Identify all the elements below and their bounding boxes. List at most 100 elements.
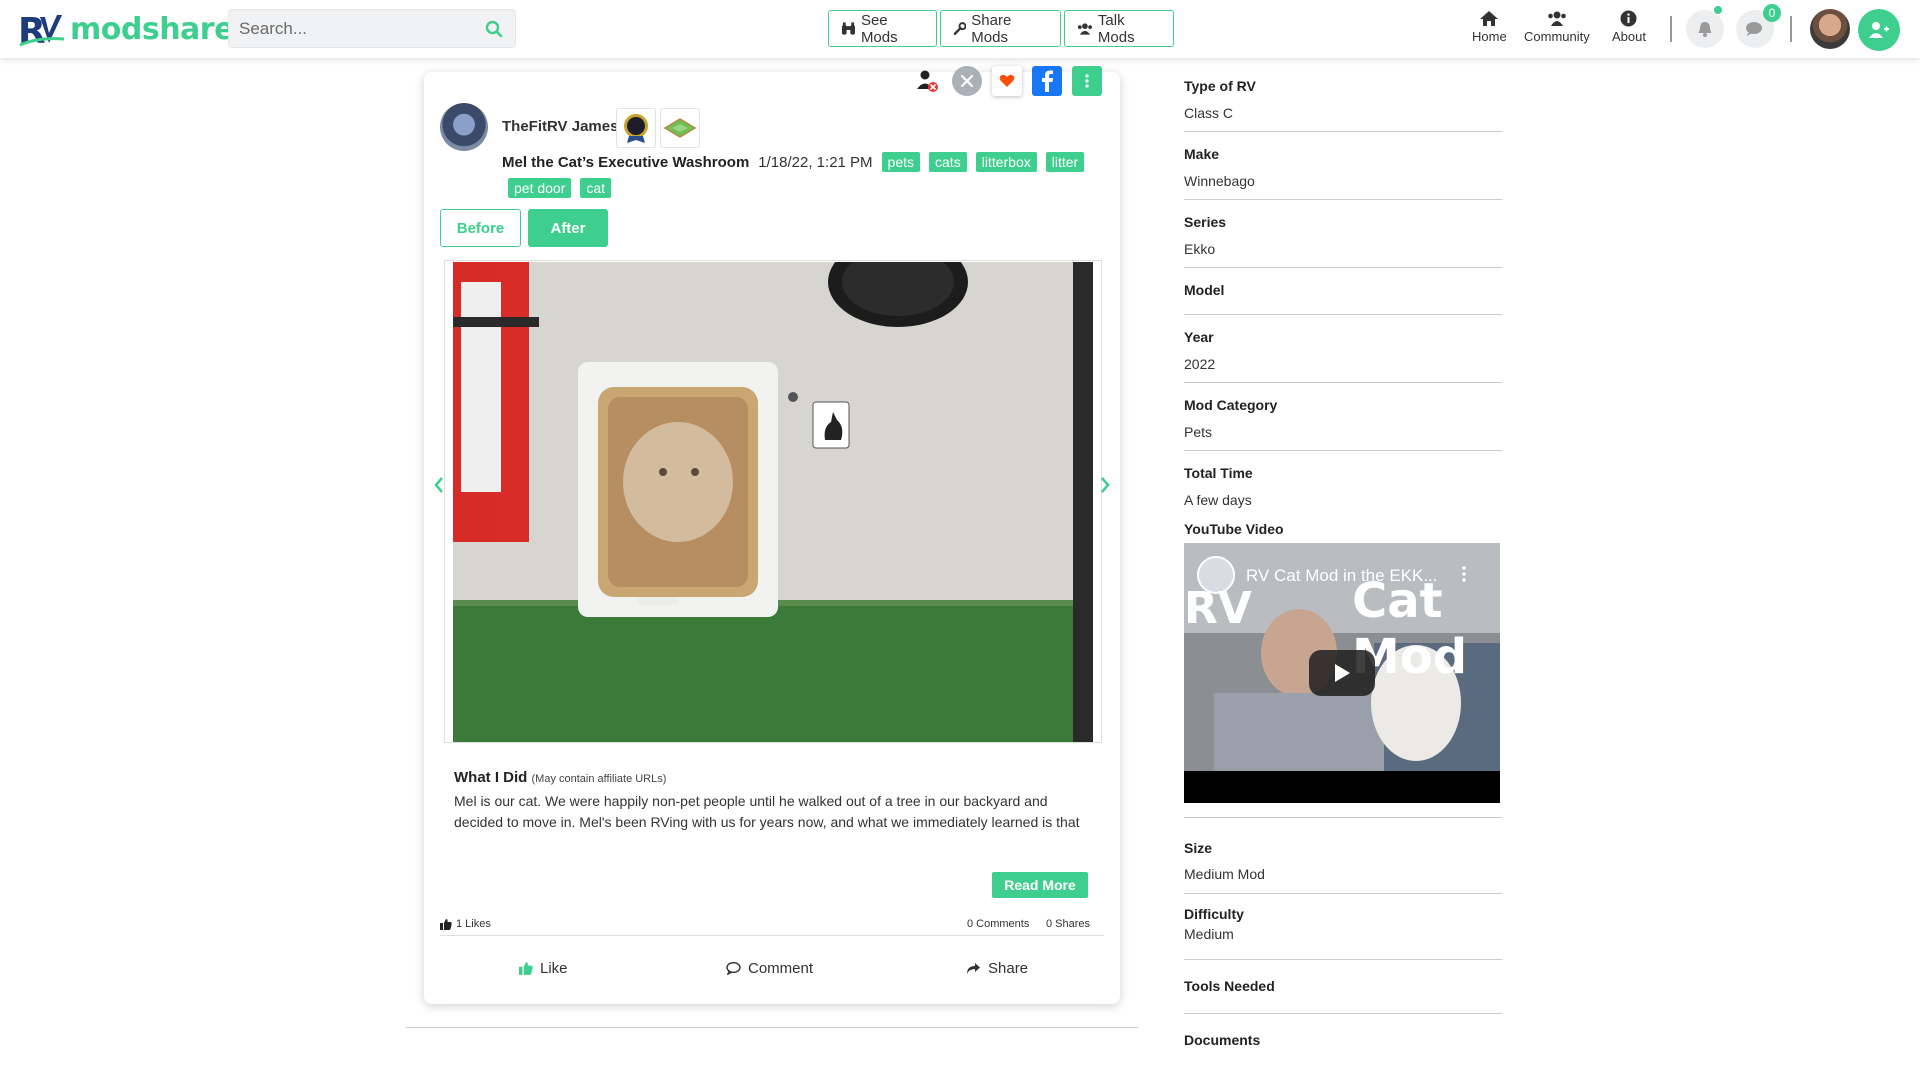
tag-chip[interactable]: pet door [508,178,572,198]
thumbs-up-icon [440,918,452,930]
tag-chip[interactable]: pets [881,152,921,172]
spec-label: Make [1184,146,1220,162]
before-tab[interactable]: Before [440,209,521,247]
author-name[interactable]: TheFitRV James [502,118,618,135]
spec-year: Year 2022 [1184,315,1502,383]
add-user-button[interactable] [1858,9,1900,51]
author-avatar[interactable] [440,103,488,151]
post-action-bar [912,66,1102,96]
spec-label: Model [1184,282,1225,298]
user-block-icon [917,70,938,92]
spec-difficulty: Difficulty Medium [1184,894,1502,960]
community-icon [1548,11,1566,26]
ellipsis-vertical-icon [1462,566,1466,582]
share-icon [967,963,980,974]
follow-user-button[interactable] [912,66,942,96]
badge-award [660,108,700,148]
play-button[interactable] [1309,650,1375,696]
home-icon [1480,11,1499,26]
see-mods-button[interactable]: See Mods [828,10,937,47]
modshare-logo[interactable]: R modshare [18,6,234,52]
youtube-label: YouTube Video [1184,521,1284,537]
mod-photo[interactable] [453,262,1093,742]
after-tab[interactable]: After [528,209,608,247]
spec-type-of-rv: Type of RV Class C [1184,72,1502,132]
image-carousel [444,260,1102,743]
video-menu-icon[interactable] [1462,566,1466,587]
spec-value: Medium [1184,926,1234,942]
notifications-button[interactable] [1686,10,1724,48]
post-body-text: Mel is our cat. We were happily non-pet … [454,793,1080,830]
post-stats: 1 Likes 0 Comments 0 Shares [440,912,1104,936]
share-button[interactable]: Share [966,960,1028,977]
chevron-left-icon [434,477,443,493]
tools-button[interactable] [952,66,982,96]
spec-value: Ekko [1184,241,1216,257]
share-label: Share [988,960,1029,977]
affiliate-note: (May contain affiliate URLs) [531,773,667,785]
divider [406,1027,1138,1028]
comments-count[interactable]: 0 Comments [967,918,1029,930]
spec-label: Year [1184,329,1214,345]
youtube-video-player[interactable]: RV Cat Mod RV Cat Mod in the EKK... [1184,543,1500,803]
read-more-button[interactable]: Read More [992,872,1088,898]
talk-mods-button[interactable]: Talk Mods [1064,10,1174,47]
cat-door-photo-illustration [453,262,1093,742]
messages-count-badge: 0 [1763,4,1781,22]
tag-chip[interactable]: litter [1045,152,1085,172]
shares-count[interactable]: 0 Shares [1046,918,1090,930]
mod-post-card: TheFitRV James Mel the Cat’s Executive W… [424,66,1120,1004]
logo-text: modshare [70,11,234,47]
spec-make: Make Winnebago [1184,132,1502,200]
spec-label: Total Time [1184,465,1253,481]
tag-chip[interactable]: cat [580,178,612,198]
search-box [228,9,516,48]
about-link[interactable]: About [1612,10,1646,44]
video-thumb-text-left: RV [1184,583,1252,634]
carousel-next-button[interactable] [1100,477,1110,498]
thumbs-up-icon [519,962,533,975]
rv-logo-icon: R [18,11,65,49]
likes-count[interactable]: 1 Likes [440,918,491,930]
favorite-button[interactable] [992,66,1022,96]
post-title: Mel the Cat’s Executive Washroom [502,153,750,171]
spec-label: Difficulty [1184,906,1244,922]
spec-tools-needed: Tools Needed [1184,960,1502,1014]
home-link[interactable]: Home [1472,10,1507,44]
community-link[interactable]: Community [1524,10,1590,44]
search-input[interactable] [239,18,469,40]
what-i-did-label: What I Did [454,769,528,786]
spec-label: Mod Category [1184,397,1278,413]
video-title[interactable]: RV Cat Mod in the EKK... [1246,566,1438,586]
youtube-section: YouTube Video RV Cat Mod RV Cat Mod in t… [1184,519,1502,818]
facebook-icon [1042,70,1053,92]
info-icon [1620,10,1637,27]
user-avatar[interactable] [1810,9,1850,49]
tag-chip[interactable]: cats [929,152,967,172]
binoculars-icon [841,21,856,35]
share-mods-button[interactable]: Share Mods [940,10,1061,47]
search-icon[interactable] [485,20,503,43]
chevron-right-icon [1101,477,1110,493]
users-icon [1077,22,1092,35]
more-options-button[interactable] [1072,66,1102,96]
carousel-prev-button[interactable] [434,477,444,498]
divider [1790,16,1792,42]
notification-dot [1714,6,1722,14]
spec-label: Size [1184,840,1213,856]
what-i-did-heading: What I Did (May contain affiliate URLs) [454,769,666,786]
tag-chip[interactable]: litterbox [975,152,1037,172]
comment-button[interactable]: Comment [726,960,813,977]
spec-value: Class C [1184,105,1234,121]
spec-documents: Documents [1184,1014,1502,1068]
like-button[interactable]: Like [519,960,568,977]
facebook-share-button[interactable] [1032,66,1062,96]
see-mods-label: See Mods [860,11,898,46]
user-plus-icon [1869,22,1889,38]
top-navbar: R modshare See Mods Share Mods Talk Mods… [0,0,1920,58]
spec-label: Type of RV [1184,78,1256,94]
spec-value: Medium Mod [1184,866,1265,882]
comment-label: Comment [748,960,814,977]
like-label: Like [540,960,568,977]
mod-details-panel: Type of RV Class C Make Winnebago Series… [1184,72,1502,1068]
